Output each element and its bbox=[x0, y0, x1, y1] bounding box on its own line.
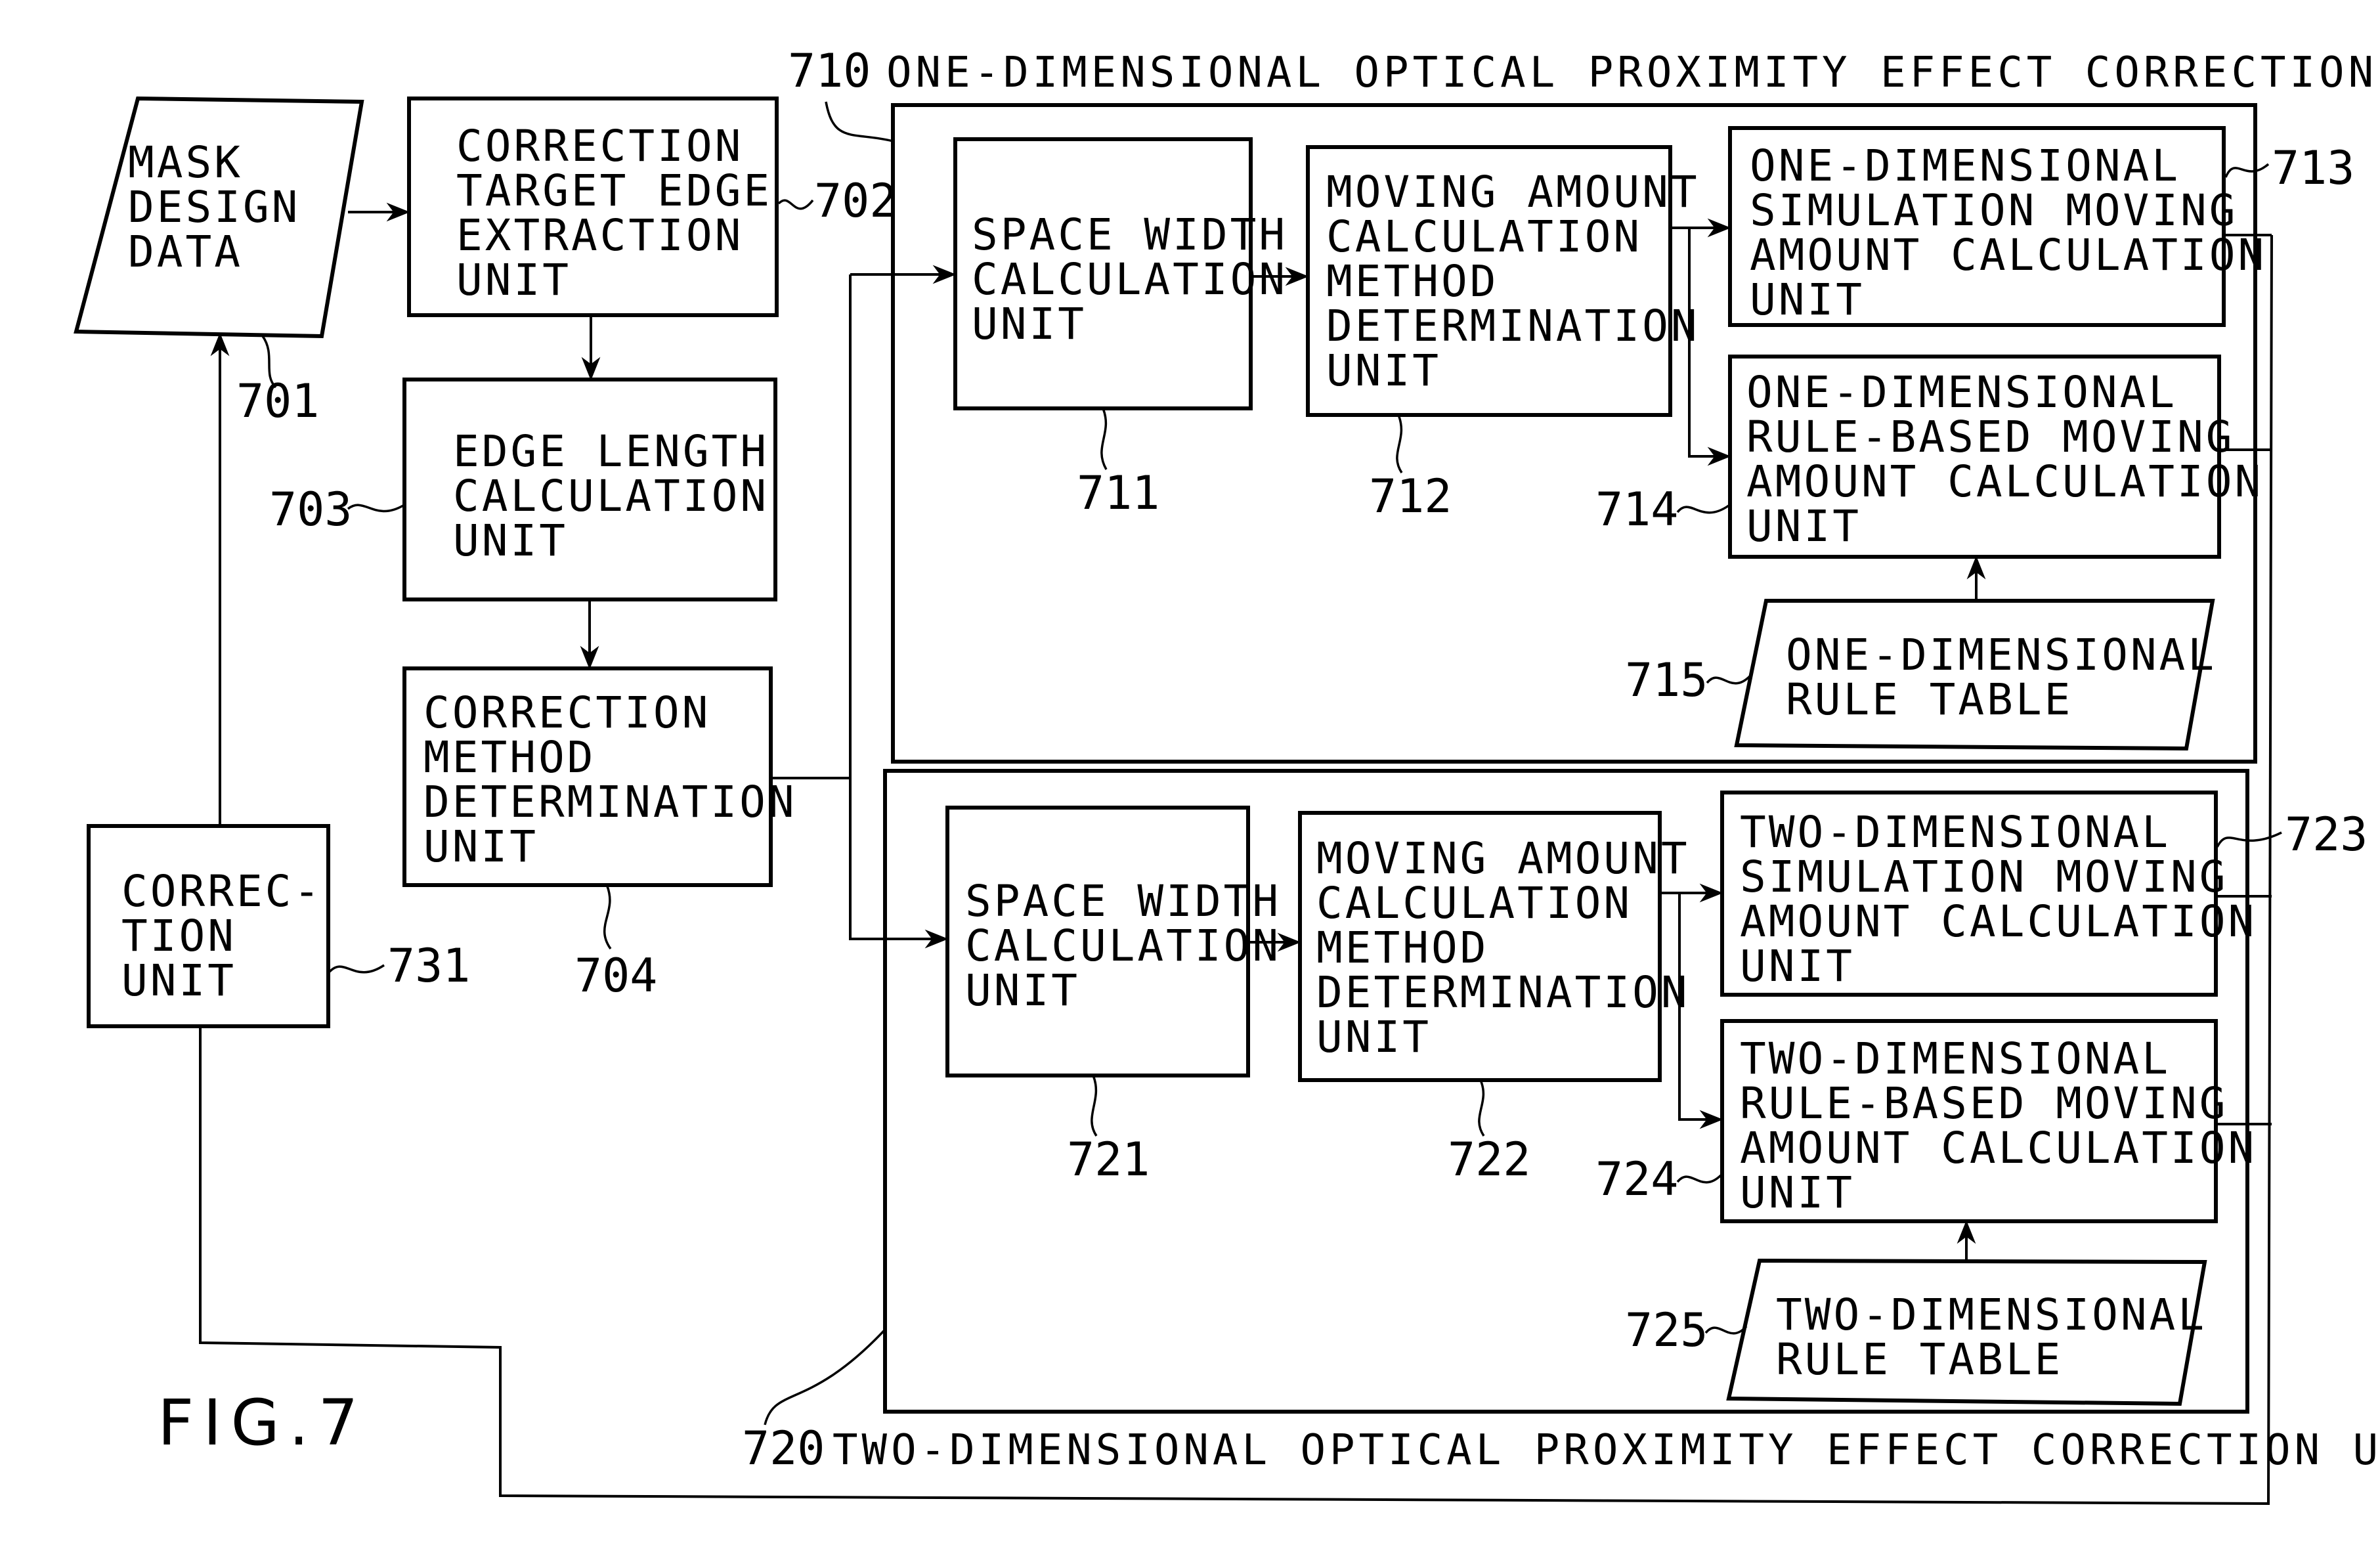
block-label-line: METHOD bbox=[423, 732, 595, 783]
block-label-line: AMOUNT CALCULATION bbox=[1740, 1123, 2257, 1173]
block-label-line: DATA bbox=[128, 227, 243, 277]
group-710-title: ONE-DIMENSIONAL OPTICAL PROXIMITY EFFECT… bbox=[886, 49, 2380, 97]
group-720-title: TWO-DIMENSIONAL OPTICAL PROXIMITY EFFECT… bbox=[833, 1426, 2380, 1475]
block-label-line: UNIT bbox=[456, 255, 571, 305]
block-label-line: EDGE LENGTH bbox=[453, 426, 769, 477]
block-label-line: TWO-DIMENSIONAL bbox=[1740, 1033, 2171, 1084]
block-label-line: DETERMINATION bbox=[423, 777, 797, 827]
ref-724: 724 bbox=[1595, 1152, 1678, 1206]
block-label-line: UNIT bbox=[1316, 1012, 1431, 1062]
group-720-leader bbox=[764, 1328, 886, 1425]
block-label-line: RULE-BASED MOVING bbox=[1740, 1078, 2228, 1129]
block-label-line: UNIT bbox=[965, 965, 1080, 1016]
leader-724 bbox=[1676, 1174, 1722, 1184]
block-label-line: UNIT bbox=[1740, 941, 1855, 991]
ref-714: 714 bbox=[1595, 483, 1678, 536]
block-label-line: METHOD bbox=[1316, 923, 1488, 973]
block-label-line: RULE TABLE bbox=[1776, 1334, 2063, 1385]
ref-711: 711 bbox=[1077, 466, 1159, 520]
block-label-line: MOVING AMOUNT bbox=[1316, 833, 1690, 884]
block-label-line: CORREC- bbox=[121, 866, 322, 917]
block-label-line: UNIT bbox=[972, 299, 1087, 349]
block-label-line: UNIT bbox=[1740, 1167, 1855, 1218]
block-label-line: CALCULATION bbox=[1316, 878, 1632, 928]
block-label-line: SPACE WIDTH bbox=[965, 876, 1281, 926]
ref-702: 702 bbox=[814, 174, 897, 228]
block-label-line: ONE-DIMENSIONAL bbox=[1746, 367, 2177, 418]
block-label-line: UNIT bbox=[453, 515, 568, 566]
leader-702 bbox=[777, 199, 814, 210]
leader-715 bbox=[1706, 675, 1751, 685]
group-710-ref: 710 bbox=[788, 44, 871, 98]
ref-703: 703 bbox=[269, 483, 352, 536]
block-label-line: ONE-DIMENSIONAL bbox=[1750, 141, 2180, 191]
block-label-line: AMOUNT CALCULATION bbox=[1740, 896, 2257, 947]
block-label-line: MOVING AMOUNT bbox=[1326, 167, 1700, 217]
block-label-line: AMOUNT CALCULATION bbox=[1746, 456, 2263, 507]
block-label-line: SPACE WIDTH bbox=[972, 209, 1287, 260]
block-label-line: UNIT bbox=[1326, 345, 1441, 396]
ref-701: 701 bbox=[236, 374, 319, 428]
group-720-ref: 720 bbox=[742, 1422, 825, 1475]
block-label-line: DESIGN bbox=[128, 182, 300, 232]
block-label-line: AMOUNT CALCULATION bbox=[1750, 230, 2266, 280]
block-label-line: CALCULATION bbox=[965, 921, 1281, 971]
ref-721: 721 bbox=[1067, 1133, 1150, 1186]
ref-712: 712 bbox=[1369, 469, 1452, 523]
block-label-line: UNIT bbox=[121, 955, 236, 1006]
figure-label: FIG.7 bbox=[158, 1386, 368, 1460]
block-label-line: TION bbox=[121, 911, 236, 961]
block-label-line: UNIT bbox=[1746, 501, 1861, 552]
block-label-line: UNIT bbox=[423, 821, 538, 872]
leader-731 bbox=[328, 964, 385, 974]
block-label-line: CALCULATION bbox=[1326, 211, 1642, 262]
leader-721 bbox=[1091, 1075, 1098, 1137]
block-label-line: METHOD bbox=[1326, 256, 1498, 307]
ref-731: 731 bbox=[387, 939, 470, 993]
ref-713: 713 bbox=[2272, 141, 2354, 195]
block-label-line: RULE TABLE bbox=[1786, 674, 2073, 725]
block-label-line: TWO-DIMENSIONAL bbox=[1740, 807, 2171, 858]
block-label-line: CALCULATION bbox=[453, 471, 769, 521]
leader-713 bbox=[2224, 163, 2270, 178]
block-label-line: MASK bbox=[128, 137, 243, 188]
line-704-split bbox=[771, 274, 852, 779]
ref-722: 722 bbox=[1448, 1133, 1530, 1186]
block-label-line: DETERMINATION bbox=[1316, 967, 1690, 1018]
leader-725 bbox=[1704, 1325, 1748, 1335]
ref-704: 704 bbox=[574, 949, 657, 1003]
block-label-line: DETERMINATION bbox=[1326, 301, 1700, 351]
block-diagram: 710 ONE-DIMENSIONAL OPTICAL PROXIMITY EF… bbox=[74, 44, 2380, 1506]
block-label-line: CALCULATION bbox=[972, 254, 1287, 305]
leader-714 bbox=[1676, 504, 1730, 514]
leader-722 bbox=[1478, 1079, 1485, 1137]
group-710-leader bbox=[825, 101, 894, 142]
block-label-line: SIMULATION MOVING bbox=[1750, 185, 2238, 236]
ref-725: 725 bbox=[1625, 1303, 1708, 1357]
block-label-line: TARGET EDGE bbox=[456, 165, 772, 216]
leader-712 bbox=[1396, 414, 1403, 473]
block-label-line: CORRECTION bbox=[423, 687, 710, 738]
block-label-line: EXTRACTION bbox=[456, 210, 743, 261]
block-label-line: TWO-DIMENSIONAL bbox=[1776, 1290, 2207, 1340]
ref-723: 723 bbox=[2285, 808, 2368, 861]
leader-711 bbox=[1100, 408, 1108, 470]
leader-703 bbox=[347, 504, 404, 513]
block-label-line: UNIT bbox=[1750, 274, 1865, 325]
block-label-line: ONE-DIMENSIONAL bbox=[1786, 630, 2217, 680]
block-label-line: RULE-BASED MOVING bbox=[1746, 412, 2235, 462]
arrow-704-to-721 bbox=[849, 778, 949, 949]
block-label-line: CORRECTION bbox=[456, 121, 743, 171]
leader-704 bbox=[603, 886, 612, 950]
ref-715: 715 bbox=[1625, 653, 1708, 707]
block-label-line: SIMULATION MOVING bbox=[1740, 852, 2228, 902]
